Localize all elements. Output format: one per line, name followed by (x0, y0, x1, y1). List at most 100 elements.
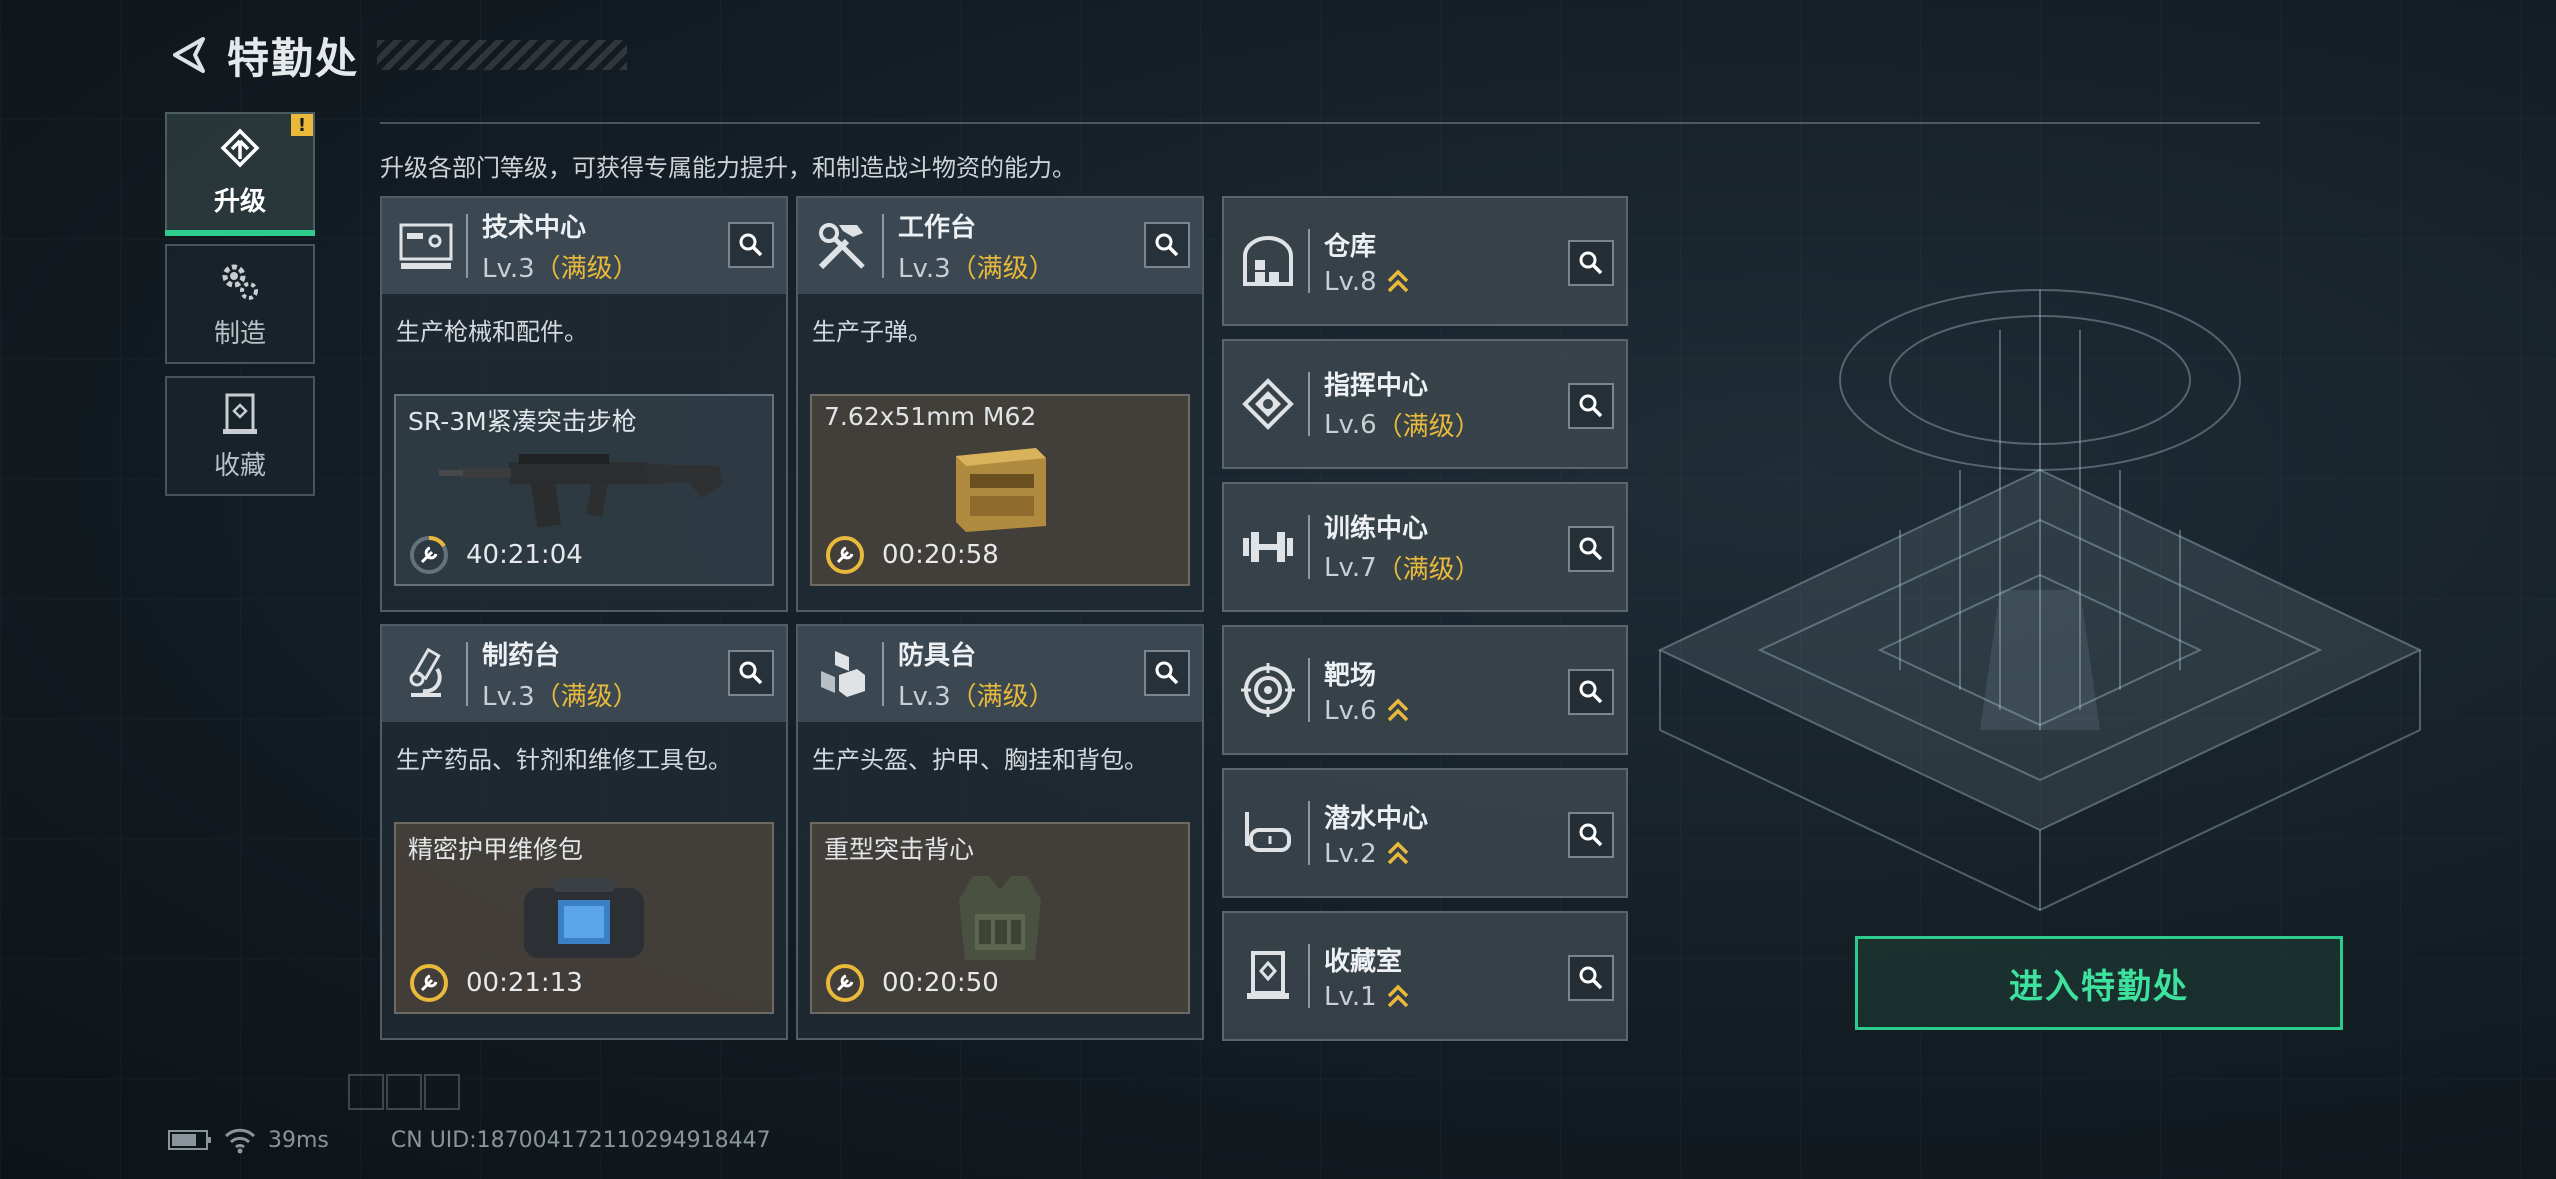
workshop-card-pharmacy[interactable]: 制药台 Lv.3（满级） 生产药品、针剂和维修工具包。 精密护甲维修包 00:2… (380, 624, 788, 1040)
production-timer: 00:20:58 (824, 534, 999, 576)
workshop-name: 制药台 (482, 641, 561, 671)
tab-label: 制造 (213, 318, 266, 349)
inspect-button[interactable] (728, 222, 774, 268)
inspect-button[interactable] (1144, 222, 1190, 268)
facility-level: Lv.6 (1324, 696, 1409, 726)
card-header: 工作台 Lv.3（满级） (798, 198, 1202, 294)
separator (466, 214, 468, 278)
workshop-description: 生产子弹。 (812, 318, 932, 346)
product-name: 重型突击背心 (824, 835, 975, 864)
facility-diving-center[interactable]: 潜水中心 Lv.2 (1222, 768, 1628, 898)
facility-shooting-range[interactable]: 靶场 Lv.6 (1222, 625, 1628, 755)
inspect-button[interactable] (1568, 955, 1614, 1001)
back-arrow-icon (173, 37, 205, 73)
inspect-button[interactable] (1568, 383, 1614, 429)
facility-name: 收藏室 (1324, 946, 1403, 977)
repair-kit-image (524, 878, 644, 958)
facility-level: Lv.7 （满级） (1324, 552, 1481, 586)
hq-building-illustration (1657, 289, 2423, 912)
frame-corner (348, 1074, 384, 1110)
product-name: 7.62x51mm M62 (824, 402, 1037, 431)
workshop-description: 生产药品、针剂和维修工具包。 (396, 746, 732, 774)
enter-button-label: 进入特勤处 (2009, 966, 2189, 1007)
inspect-button[interactable] (1568, 526, 1614, 572)
collection-room-icon (1236, 944, 1300, 1008)
inspect-button[interactable] (728, 650, 774, 696)
facility-level: Lv.2 (1324, 839, 1428, 869)
production-timer: 00:20:50 (824, 962, 999, 1004)
inspect-button[interactable] (1568, 240, 1614, 286)
facility-level: Lv.1 (1324, 982, 1409, 1012)
product-name: SR-3M紧凑突击步枪 (408, 407, 637, 436)
title-decoration (377, 40, 628, 70)
workshop-level: Lv.3（满级） (898, 254, 1055, 284)
page-title: 特勤处 (227, 33, 360, 83)
search-icon (1579, 394, 1603, 418)
alert-badge: ! (291, 114, 313, 136)
workshop-card-tech-center[interactable]: 技术中心 Lv.3（满级） 生产枪械和配件。 SR-3M紧凑突击步枪 40:21… (380, 196, 788, 612)
production-slot[interactable]: 重型突击背心 00:20:50 (810, 822, 1190, 1014)
wrench-timer-icon (826, 964, 864, 1002)
tab-upgrade[interactable]: ! 升级 (165, 112, 315, 236)
page-header: 特勤处 (165, 25, 628, 85)
search-icon (1579, 966, 1603, 990)
inspect-button[interactable] (1568, 669, 1614, 715)
upgrade-chevron-icon (1387, 698, 1408, 721)
gears-icon (222, 264, 258, 300)
vest-image (959, 876, 1041, 960)
workshop-card-workbench[interactable]: 工作台 Lv.3（满级） 生产子弹。 7.62x51mm M62 00:20:5… (796, 196, 1204, 612)
upgrade-chevron-icon (1387, 269, 1408, 292)
wrench-timer-icon (826, 536, 864, 574)
ping-text: 39ms (268, 1127, 329, 1153)
search-icon (739, 661, 763, 685)
card-header: 制药台 Lv.3（满级） (382, 626, 786, 722)
search-icon (1155, 233, 1179, 257)
microscope-icon (394, 642, 458, 706)
frame-corner (386, 1074, 422, 1110)
tab-collection[interactable]: 收藏 (165, 376, 315, 496)
wrench-timer-icon (410, 964, 448, 1002)
search-icon (739, 233, 763, 257)
command-icon (1236, 372, 1300, 436)
ammo-box-image (956, 448, 1046, 532)
timer-text: 00:20:50 (882, 968, 999, 998)
inspect-button[interactable] (1568, 812, 1614, 858)
tab-label: 收藏 (213, 450, 266, 481)
separator (882, 214, 884, 278)
workshop-level: Lv.3（满级） (898, 682, 1055, 712)
separator (1308, 515, 1310, 579)
wrench-timer-icon (410, 536, 448, 574)
card-header: 防具台 Lv.3（满级） (798, 626, 1202, 722)
upgrade-chevron-icon (1387, 984, 1408, 1007)
production-slot[interactable]: 精密护甲维修包 00:21:13 (394, 822, 774, 1014)
collection-icon (223, 393, 257, 434)
production-slot[interactable]: 7.62x51mm M62 00:20:58 (810, 394, 1190, 586)
upgrade-chevron-icon (1387, 841, 1408, 864)
search-icon (1155, 661, 1179, 685)
timer-text: 00:20:58 (882, 540, 999, 570)
enter-special-ops-button[interactable]: 进入特勤处 (1855, 936, 2343, 1030)
tab-craft[interactable]: 制造 (165, 244, 315, 364)
timer-text: 40:21:04 (466, 540, 583, 570)
back-button[interactable] (165, 31, 213, 79)
tab-label: 升级 (213, 186, 266, 217)
facility-training-center[interactable]: 训练中心 Lv.7 （满级） (1222, 482, 1628, 612)
inspect-button[interactable] (1144, 650, 1190, 696)
separator (1308, 658, 1310, 722)
workshop-level: Lv.3（满级） (482, 682, 639, 712)
warehouse-icon (1236, 229, 1300, 293)
production-slot[interactable]: SR-3M紧凑突击步枪 40:21:04 (394, 394, 774, 586)
armor-blocks-icon (810, 642, 874, 706)
workshop-card-armor-bench[interactable]: 防具台 Lv.3（满级） 生产头盔、护甲、胸挂和背包。 重型突击背心 00:20… (796, 624, 1204, 1040)
facility-command-center[interactable]: 指挥中心 Lv.6 （满级） (1222, 339, 1628, 469)
timer-text: 00:21:13 (466, 968, 583, 998)
facility-name: 靶场 (1324, 660, 1377, 691)
facility-warehouse[interactable]: 仓库 Lv.8 (1222, 196, 1628, 326)
wifi-icon (224, 1128, 256, 1154)
production-timer: 00:21:13 (408, 962, 583, 1004)
facility-level: Lv.6 （满级） (1324, 409, 1481, 443)
separator (1308, 372, 1310, 436)
facility-collection-room[interactable]: 收藏室 Lv.1 (1222, 911, 1628, 1041)
facility-name: 仓库 (1324, 231, 1377, 262)
section-description: 升级各部门等级，可获得专属能力提升，和制造战斗物资的能力。 (380, 154, 1076, 182)
